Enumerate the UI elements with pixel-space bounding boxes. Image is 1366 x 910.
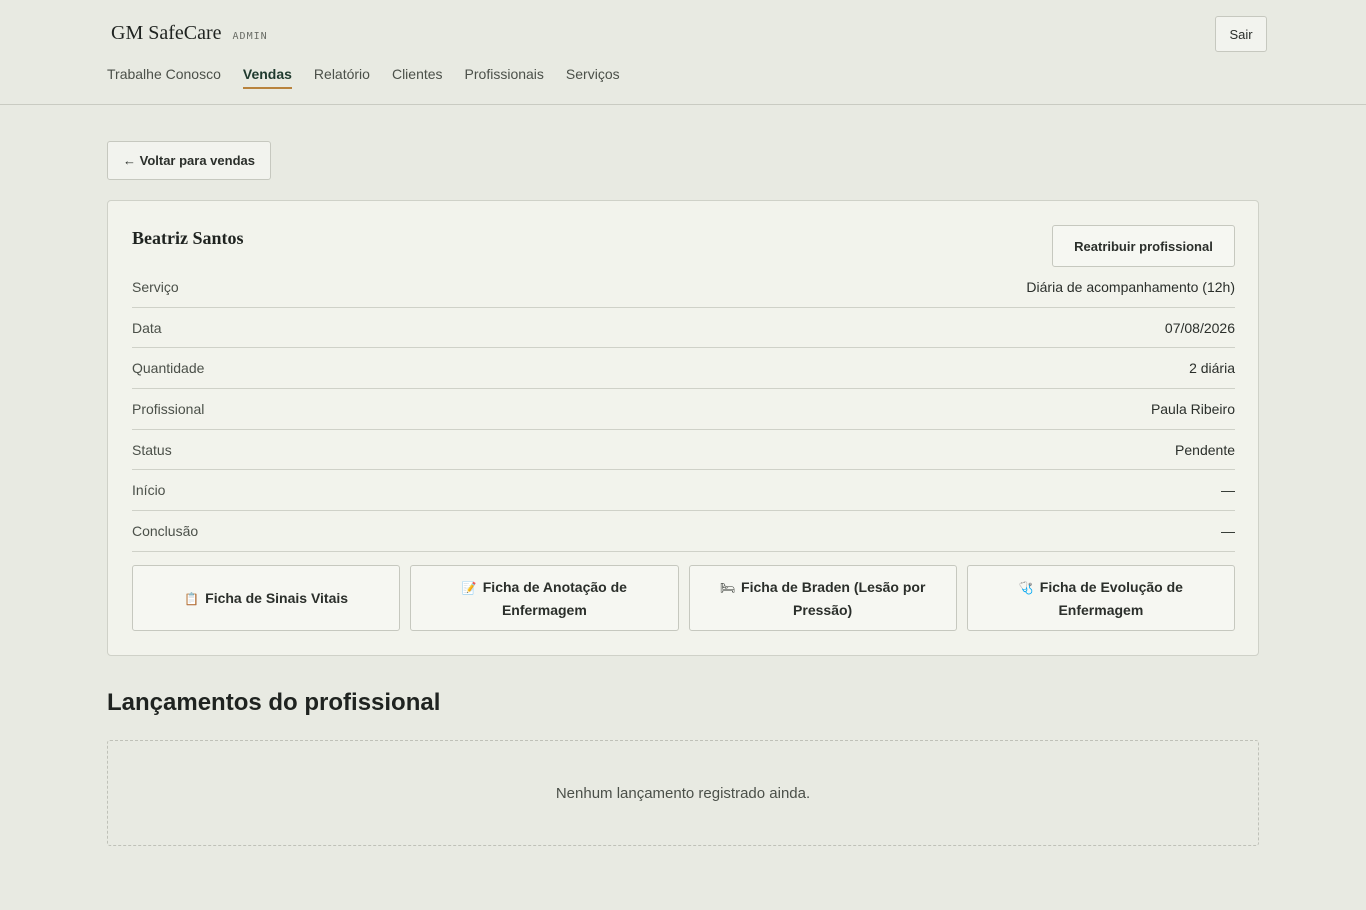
detail-row-conclusao: Conclusão — [132,511,1235,552]
braden-sheet-button[interactable]: 🛏 Ficha de Braden (Lesão por Pressão) [688,565,957,631]
brand-tag: ADMIN [232,31,268,42]
back-to-sales-button[interactable]: ← Voltar para vendas [107,141,271,180]
detail-value: 07/08/2026 [1164,319,1235,336]
detail-value: 2 diária [1189,360,1235,377]
bed-icon: 🛏 [719,580,736,595]
entries-empty-state: Nenhum lançamento registrado ainda. [107,740,1259,846]
detail-row-data: Data 07/08/2026 [132,308,1235,349]
nav-item-relatorio[interactable]: Relatório [314,66,370,89]
clipboard-icon: 📋 [184,591,200,606]
detail-row-status: Status Pendente [132,430,1235,471]
nav-item-vendas[interactable]: Vendas [242,66,292,89]
nav-item-servicos[interactable]: Serviços [566,66,620,89]
entries-section-title: Lançamentos do profissional [107,689,441,716]
care-sheets-row: 📋 Ficha de Sinais Vitais 📝 Ficha de Anotaç… [132,565,1235,631]
top-bar: GM SafeCare ADMIN Trabalhe Conosco Venda… [0,0,1366,105]
memo-icon: 📝 [461,580,477,595]
detail-row-profissional: Profissional Paula Ribeiro [132,389,1235,430]
detail-label: Profissional [132,400,205,417]
detail-value: — [1221,482,1235,499]
detail-label: Início [132,482,166,499]
stethoscope-icon: 🩺 [1018,580,1034,595]
detail-value: Paula Ribeiro [1150,400,1235,417]
nav-item-profissionais[interactable]: Profissionais [465,66,544,89]
nursing-notes-sheet-button[interactable]: 📝 Ficha de Anotação de Enfermagem [410,565,679,631]
nav-item-trabalhe-conosco[interactable]: Trabalhe Conosco [107,66,221,89]
detail-label: Data [132,319,162,336]
nav-item-clientes[interactable]: Clientes [392,66,443,89]
detail-row-servico: Serviço Diária de acompanhamento (12h) [132,267,1235,308]
status-value: Pendente [1175,441,1235,458]
sheet-label: Ficha de Anotação de Enfermagem [482,578,627,618]
detail-row-quantidade: Quantidade 2 diária [132,348,1235,390]
detail-value: — [1221,522,1235,539]
client-name: Beatriz Santos [132,228,244,248]
detail-label: Quantidade [132,360,205,377]
brand[interactable]: GM SafeCare ADMIN [111,22,268,45]
empty-message: Nenhum lançamento registrado ainda. [555,784,811,802]
sheet-label: Ficha de Sinais Vitais [205,589,349,606]
sale-detail-card: Beatriz Santos Reatribuir profissional S… [107,200,1259,656]
main-nav: Trabalhe Conosco Vendas Relatório Client… [107,66,620,89]
nursing-evolution-sheet-button[interactable]: 🩺 Ficha de Evolução de Enfermagem [966,565,1235,631]
detail-label: Status [132,441,172,458]
logout-button[interactable]: Sair [1215,16,1267,52]
detail-value: Diária de acompanhamento (12h) [1026,278,1235,295]
brand-name: GM SafeCare [111,22,222,44]
vital-signs-sheet-button[interactable]: 📋 Ficha de Sinais Vitais [132,565,401,631]
detail-label: Conclusão [132,522,199,539]
sheet-label: Ficha de Braden (Lesão por Pressão) [741,578,926,618]
detail-row-inicio: Início — [132,470,1235,512]
reassign-professional-button[interactable]: Reatribuir profissional [1052,225,1235,267]
sale-details-list: Serviço Diária de acompanhamento (12h) D… [132,267,1235,552]
detail-label: Serviço [132,278,179,295]
sheet-label: Ficha de Evolução de Enfermagem [1039,578,1183,618]
